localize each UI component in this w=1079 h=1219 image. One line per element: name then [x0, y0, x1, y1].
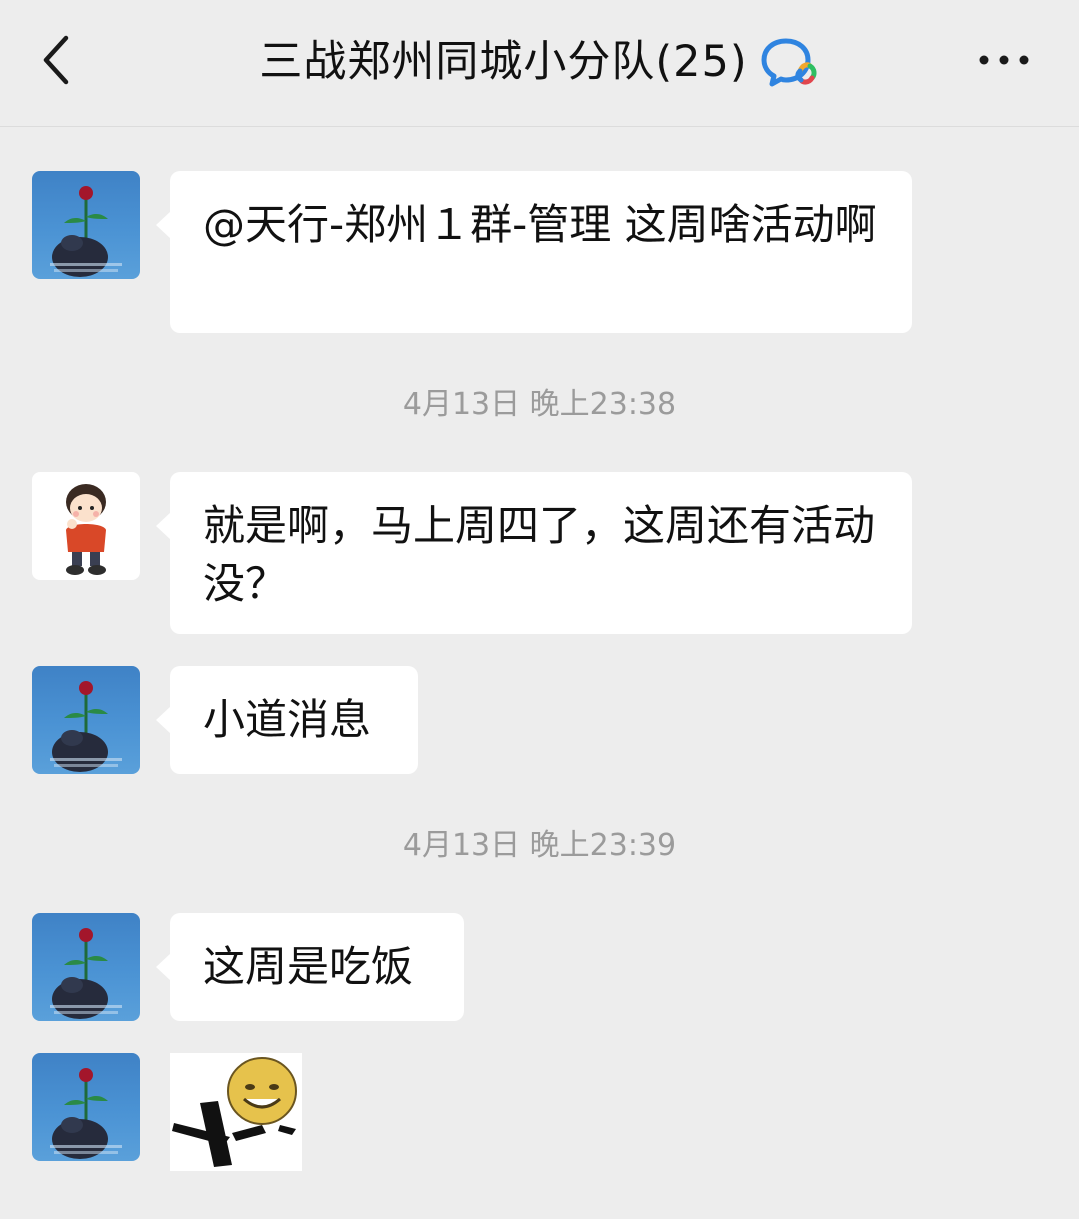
rose-avatar-art	[50, 928, 122, 1019]
enterprise-chat-icon	[761, 38, 817, 87]
rose-avatar-art	[50, 681, 122, 772]
cartoon-boy-avatar-art	[66, 484, 106, 575]
message-text: 就是啊，马上周四了，这周还有活动没？	[203, 501, 876, 608]
message-bubble[interactable]: 就是啊，马上周四了，这周还有活动没？	[156, 472, 912, 634]
more-button[interactable]	[964, 28, 1044, 92]
chat-title: 三战郑州同城小分队(25)	[259, 37, 748, 87]
title-wrap: 三战郑州同城小分队(25)	[0, 30, 1079, 94]
rose-avatar-art	[50, 1068, 122, 1159]
timestamp: 4月13日 晚上23:38	[402, 387, 677, 422]
timestamp: 4月13日 晚上23:39	[402, 828, 677, 863]
rose-avatar[interactable]	[32, 171, 140, 279]
smiley-face-sticker-art	[172, 1057, 297, 1167]
smiley-face-sticker[interactable]	[170, 1053, 302, 1171]
message-bubble[interactable]: @天行-郑州１群-管理 这周啥活动啊	[156, 171, 912, 333]
message-bubble[interactable]: 小道消息	[156, 666, 418, 774]
rose-avatar[interactable]	[32, 666, 140, 774]
message-text: 这周是吃饭	[203, 942, 414, 991]
message-text: 小道消息	[203, 695, 372, 744]
more-dots-icon	[979, 55, 1029, 65]
chat-header: 三战郑州同城小分队(25)	[0, 0, 1079, 127]
rose-avatar[interactable]	[32, 913, 140, 1021]
rose-avatar-art	[50, 186, 122, 277]
message-text: @天行-郑州１群-管理 这周啥活动啊	[203, 200, 877, 249]
message-bubble[interactable]: 这周是吃饭	[156, 913, 464, 1021]
chat-screen: 三战郑州同城小分队(25) @天行-郑州１群-管理 这周啥活动啊 4月13日 晚…	[0, 0, 1079, 1219]
cartoon-boy-avatar[interactable]	[32, 472, 140, 580]
rose-avatar[interactable]	[32, 1053, 140, 1161]
